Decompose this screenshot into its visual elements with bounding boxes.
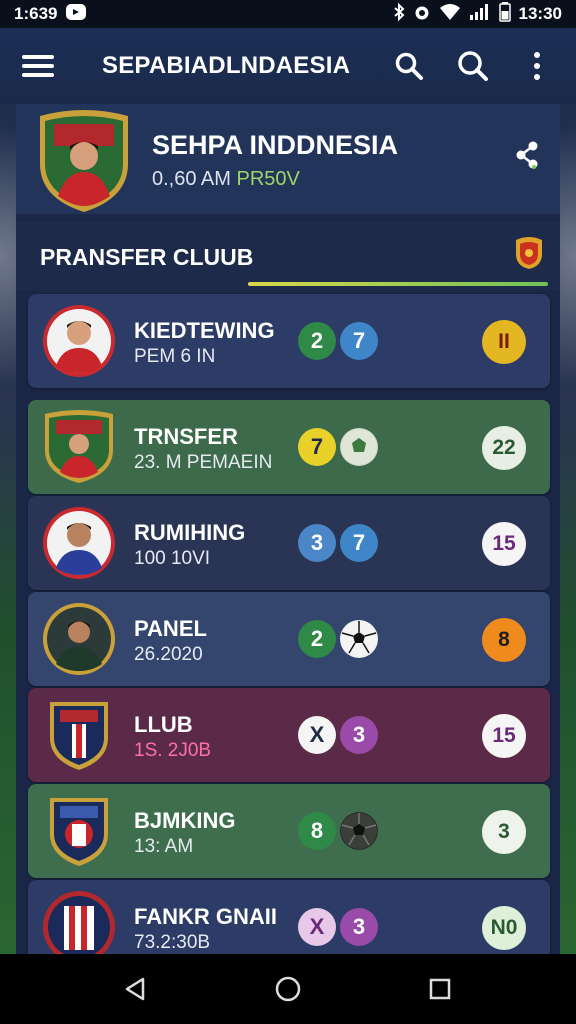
list-item-name: PANEL (134, 616, 207, 641)
score-badge: 22 (482, 426, 526, 470)
player-crest-avatar (36, 110, 132, 218)
stat-badge: 3 (340, 908, 378, 946)
bluetooth-icon (393, 2, 405, 26)
list-item-subtitle: PEM 6 IN (134, 346, 216, 367)
search-icon[interactable] (392, 49, 426, 83)
list-item[interactable]: KIEDTEWING PEM 6 IN 2 7 II (28, 294, 550, 388)
list-item-name: BJMKING (134, 808, 236, 833)
main-panel: SEHPA INDDNESIA 0.,60 AM PR50V PRANSFER … (16, 104, 560, 974)
section-header: PRANSFER CLUUB (16, 222, 560, 290)
soccer-ball-icon (340, 812, 378, 850)
home-icon[interactable] (268, 969, 308, 1009)
player-avatar (42, 602, 116, 676)
back-icon[interactable] (116, 969, 156, 1009)
list-item-subtitle: 26.2020 (134, 644, 203, 665)
list-item[interactable]: TRNSFER 23. M PEMAEIN 7 22 (28, 400, 550, 494)
status-time-right: 13:30 (518, 4, 562, 23)
app-actions (392, 49, 554, 83)
list-item[interactable]: LLUB 1S. 2J0B X 3 15 (28, 688, 550, 782)
profile-subtitle-accent: PR50V (236, 168, 300, 190)
list-item-name: RUMIHING (134, 520, 246, 545)
list-item-subtitle: 23. M PEMAEIN (134, 452, 273, 473)
club-crest-avatar (42, 890, 116, 964)
list-item-name: LLUB (134, 712, 193, 737)
stat-badge: 3 (298, 524, 336, 562)
share-icon[interactable] (514, 140, 540, 170)
notification-icon (65, 3, 87, 26)
score-badge: 15 (482, 522, 526, 566)
section-underline (248, 282, 548, 286)
list-item-name: KIEDTEWING (134, 318, 275, 343)
list-item-subtitle: 1S. 2J0B (134, 740, 212, 761)
score-badge: II (482, 320, 526, 364)
stat-badge: 2 (298, 620, 336, 658)
status-time-left: 1:639 (14, 4, 58, 23)
list-item-name: TRNSFER (134, 424, 238, 449)
app-title: SEPABIADLNDAESIA (102, 52, 351, 79)
stat-badge: X (298, 716, 336, 754)
wifi-icon (439, 3, 461, 26)
profile-title: SEHPA INDDNESIA (152, 130, 399, 160)
section-title: PRANSFER CLUUB (40, 244, 254, 270)
score-badge: 8 (482, 618, 526, 662)
list-item[interactable]: RUMIHING 100 10VI 3 7 15 (28, 496, 550, 590)
list-item[interactable]: BJMKING 13: AM 8 3 (28, 784, 550, 878)
stat-badge: 7 (298, 428, 336, 466)
club-crest-avatar (42, 794, 116, 868)
system-nav-bar (0, 954, 576, 1024)
stat-badge: 8 (298, 812, 336, 850)
player-crest-avatar (42, 410, 116, 484)
status-right: 13:30 (393, 1, 562, 27)
score-badge: 15 (482, 714, 526, 758)
recents-icon[interactable] (420, 969, 460, 1009)
menu-icon[interactable] (22, 55, 54, 77)
profile-subtitle: 0.,60 AM PR50V (152, 168, 300, 191)
score-badge: N0 (482, 906, 526, 950)
signal-icon (469, 3, 491, 26)
alarm-icon (413, 3, 431, 26)
list-item-subtitle: 100 10VI (134, 548, 211, 569)
app-bar: SEPABIADLNDAESIA (0, 28, 576, 104)
club-crest-avatar (42, 698, 116, 772)
soccer-ball-icon (340, 428, 378, 466)
profile-subtitle-time: 0.,60 AM (152, 168, 231, 190)
player-avatar (42, 506, 116, 580)
list-item-subtitle: 73.2:30B (134, 932, 211, 953)
player-avatar (42, 304, 116, 378)
profile-header: SEHPA INDDNESIA 0.,60 AM PR50V (16, 104, 560, 214)
status-bar: 1:639 13:30 (0, 0, 576, 28)
stat-badge: 3 (340, 716, 378, 754)
list-item-subtitle: 13: AM (134, 836, 194, 857)
battery-icon (498, 1, 511, 27)
stat-badge: 7 (340, 322, 378, 360)
status-left: 1:639 (14, 3, 87, 26)
club-badge-icon[interactable] (514, 236, 544, 270)
stat-badge: X (298, 908, 336, 946)
search-icon[interactable] (456, 49, 490, 83)
stat-badge: 2 (298, 322, 336, 360)
list-item[interactable]: PANEL 26.2020 2 8 (28, 592, 550, 686)
soccer-ball-icon (340, 620, 378, 658)
list-item-name: FANKR GNAII (134, 904, 277, 929)
more-vertical-icon[interactable] (520, 49, 554, 83)
score-badge: 3 (482, 810, 526, 854)
stat-badge: 7 (340, 524, 378, 562)
